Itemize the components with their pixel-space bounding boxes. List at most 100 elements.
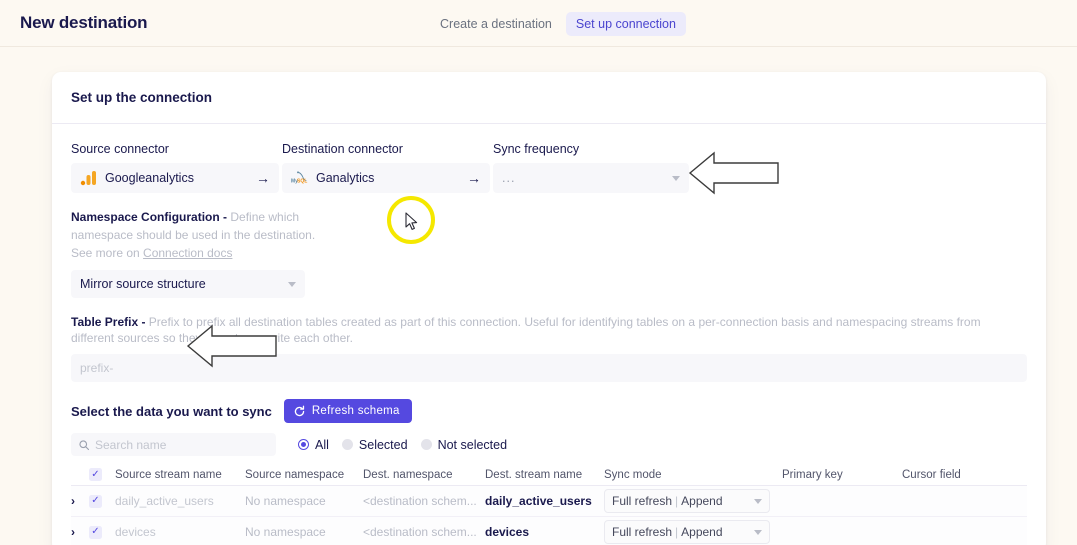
arrow-right-icon[interactable]: → <box>467 171 481 185</box>
top-bar: New destination Create a destination Set… <box>0 0 1077 47</box>
cell-dest-namespace: <destination schem... <box>363 494 477 509</box>
table-row[interactable]: › ✓ daily_active_users No namespace <des… <box>71 486 1027 518</box>
table-prefix-title: Table Prefix - <box>71 315 146 329</box>
namespace-title: Namespace Configuration - <box>71 210 228 224</box>
namespace-configuration-group: Namespace Configuration - Define which n… <box>71 208 321 298</box>
header-dest-stream-name: Dest. stream name <box>485 468 583 481</box>
card-title: Set up the connection <box>71 90 213 105</box>
cell-sync-mode: Full refresh | Append <box>604 520 782 545</box>
google-analytics-icon <box>80 169 98 187</box>
cell-source-namespace: No namespace <box>245 494 326 509</box>
refresh-icon <box>294 405 305 417</box>
check-icon: ✓ <box>89 525 102 539</box>
step-set-up-connection[interactable]: Set up connection <box>565 12 686 36</box>
cell-dest-stream-name: devices <box>485 525 530 540</box>
cell-source-stream-name: devices <box>115 525 156 540</box>
chevron-down-icon[interactable] <box>288 281 296 287</box>
connector-row: Source connector Googleanalytics → Desti… <box>71 142 1027 193</box>
sync-mode-left: Full refresh <box>612 525 673 540</box>
sync-mode-right: Append <box>681 525 723 540</box>
connection-docs-link[interactable]: Connection docs <box>143 246 232 260</box>
cell-sync-mode: Full refresh | Append <box>604 489 782 514</box>
mouse-cursor-icon <box>405 212 418 230</box>
sync-mode-separator: | <box>675 525 679 540</box>
chevron-down-icon[interactable] <box>754 529 762 535</box>
destination-connector-label: Destination connector <box>282 142 403 156</box>
table-prefix-description: Table Prefix - Prefix to prefix all dest… <box>71 315 1027 346</box>
cell-dest-stream-name: daily_active_users <box>485 494 592 509</box>
row-checkbox[interactable]: ✓ <box>89 494 115 508</box>
header-primary-key: Primary key <box>782 468 843 481</box>
search-icon <box>79 440 90 450</box>
cell-source-namespace: No namespace <box>245 525 326 540</box>
schema-table-header: ✓ Source stream name Source namespace De… <box>71 464 1027 487</box>
setup-connection-card: Set up the connection Source connector G… <box>52 72 1046 545</box>
card-header: Set up the connection <box>52 72 1046 124</box>
filter-radio-selected[interactable]: Selected <box>341 437 408 452</box>
page-title: New destination <box>20 13 148 32</box>
row-checkbox[interactable]: ✓ <box>89 525 115 539</box>
sync-mode-value: Full refresh | Append <box>612 525 754 539</box>
table-prefix-input[interactable]: prefix- <box>71 354 1027 383</box>
expand-row-button[interactable]: › <box>71 495 89 507</box>
destination-connector-select[interactable]: My SQL Ganalytics → <box>282 163 490 193</box>
card-body: Source connector Googleanalytics → Desti… <box>52 124 1046 545</box>
chevron-right-icon: › <box>71 494 75 509</box>
cell-dest-namespace: <destination schem... <box>363 525 477 540</box>
radio-dot-icon <box>298 439 309 451</box>
filter-radio-all-label: All <box>315 437 329 452</box>
select-data-title: Select the data you want to sync <box>71 403 272 419</box>
filter-radio-all[interactable]: All <box>298 438 329 452</box>
select-all-checkbox[interactable]: ✓ <box>89 468 115 482</box>
source-connector-group: Source connector Googleanalytics → <box>71 142 279 193</box>
sync-mode-value: Full refresh | Append <box>612 494 754 508</box>
chevron-down-icon[interactable] <box>672 175 680 181</box>
cell-source-stream-name: daily_active_users <box>115 494 214 509</box>
header-source-stream-name: Source stream name <box>115 468 222 481</box>
chevron-right-icon: › <box>71 525 75 540</box>
check-icon: ✓ <box>89 468 102 482</box>
header-sync-mode: Sync mode <box>604 468 662 481</box>
arrow-right-icon[interactable]: → <box>256 171 270 185</box>
filter-radio-selected-label: Selected <box>358 437 408 452</box>
sync-frequency-value: ... <box>502 171 516 185</box>
filter-radio-not-selected[interactable]: Not selected <box>420 438 507 452</box>
source-connector-label: Source connector <box>71 142 169 156</box>
filter-radio-group: All Selected Not selected <box>298 438 507 452</box>
schema-table: ✓ Source stream name Source namespace De… <box>71 464 1027 545</box>
header-dest-namespace: Dest. namespace <box>363 468 453 481</box>
radio-dot-icon <box>341 439 353 451</box>
table-prefix-group: Table Prefix - Prefix to prefix all dest… <box>71 315 1027 383</box>
sync-mode-select[interactable]: Full refresh | Append <box>604 520 770 545</box>
refresh-schema-button[interactable]: Refresh schema <box>283 399 412 424</box>
chevron-down-icon[interactable] <box>754 498 762 504</box>
destination-connector-value: Ganalytics <box>316 171 375 185</box>
source-connector-select[interactable]: Googleanalytics → <box>71 163 279 193</box>
radio-dot-icon <box>420 439 432 451</box>
expand-row-button[interactable]: › <box>71 526 89 538</box>
step-create-a-destination[interactable]: Create a destination <box>430 12 562 36</box>
namespace-select-value: Mirror source structure <box>80 277 206 291</box>
screen: New destination Create a destination Set… <box>0 0 1077 545</box>
namespace-select[interactable]: Mirror source structure <box>71 270 305 298</box>
sync-frequency-group: Sync frequency ... <box>493 142 689 193</box>
schema-table-body: › ✓ daily_active_users No namespace <des… <box>71 486 1027 545</box>
search-input[interactable]: Search name <box>71 433 276 457</box>
namespace-description: Namespace Configuration - Define which n… <box>71 208 321 262</box>
select-data-row: Select the data you want to sync Refresh… <box>71 399 1027 424</box>
table-row[interactable]: › ✓ devices No namespace <destination sc… <box>71 517 1027 545</box>
sync-frequency-select[interactable]: ... <box>493 163 689 193</box>
destination-connector-group: Destination connector My SQL Ganalytics … <box>282 142 490 193</box>
header-cursor-field: Cursor field <box>902 468 961 481</box>
source-connector-value: Googleanalytics <box>105 171 194 185</box>
mysql-icon: My SQL <box>291 169 309 187</box>
sync-mode-left: Full refresh <box>612 494 673 509</box>
step-breadcrumb: Create a destination Set up connection <box>430 12 686 36</box>
sync-frequency-label: Sync frequency <box>493 142 580 156</box>
svg-text:SQL: SQL <box>297 178 307 184</box>
sync-mode-separator: | <box>675 494 679 509</box>
search-placeholder: Search name <box>95 437 167 452</box>
table-prefix-description-text: Prefix to prefix all destination tables … <box>71 315 981 345</box>
sync-mode-select[interactable]: Full refresh | Append <box>604 489 770 514</box>
check-icon: ✓ <box>89 494 102 508</box>
